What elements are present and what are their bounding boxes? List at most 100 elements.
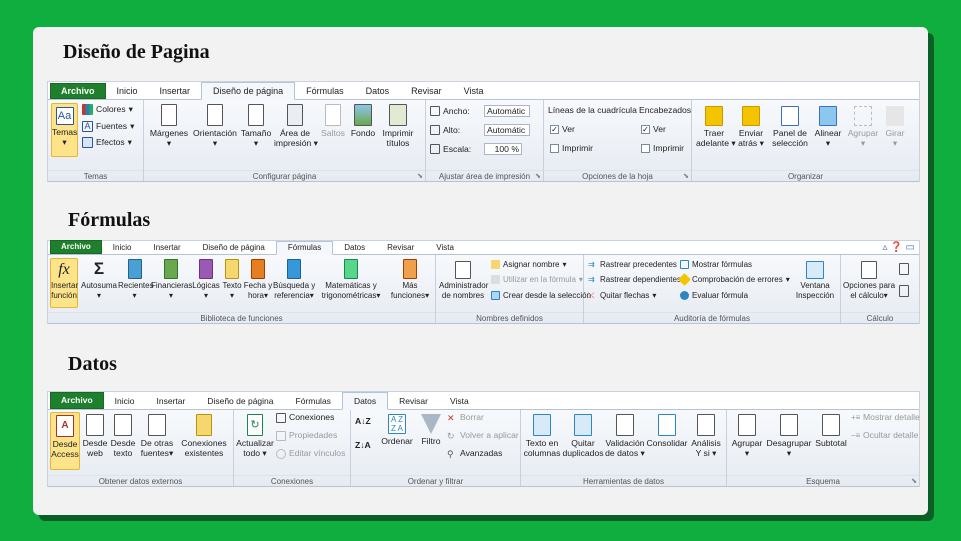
volver-aplicar-button[interactable]: ↻ Volver a aplicar	[447, 430, 519, 441]
borrar-button[interactable]: ✕ Borrar	[447, 412, 484, 423]
consolidar-button[interactable]: Consolidar	[645, 414, 689, 448]
conexiones-button[interactable]: Conexiones	[276, 412, 334, 423]
utilizar-formula-button[interactable]: Utilizar en la fórmula ▾	[491, 274, 583, 285]
girar-button[interactable]: Girar ▾	[882, 106, 908, 148]
tab-inicio[interactable]: Inicio	[104, 393, 146, 409]
launcher-icon[interactable]: ⬊	[683, 172, 689, 180]
rastrear-precedentes-button[interactable]: ⇉ Rastrear precedentes	[588, 259, 677, 270]
lineas-ver-check[interactable]: ✓ Ver	[550, 124, 575, 135]
tab-datos[interactable]: Datos	[355, 83, 401, 99]
tab-vista[interactable]: Vista	[425, 242, 465, 254]
fondo-button[interactable]: Fondo	[350, 104, 376, 138]
calculate-now-icon[interactable]	[899, 263, 909, 275]
tab-diseno[interactable]: Diseño de página	[196, 393, 284, 409]
fuentes-button[interactable]: A Fuentes ▾	[82, 121, 134, 132]
sort-az-button[interactable]: A↓Z	[355, 416, 371, 427]
tab-archivo[interactable]: Archivo	[50, 83, 106, 99]
lineas-imprimir-check[interactable]: Imprimir	[550, 143, 593, 154]
comprobacion-errores-button[interactable]: Comprobación de errores ▾	[678, 273, 790, 286]
alto-select[interactable]: Automátic	[484, 124, 530, 136]
tab-insertar[interactable]: Insertar	[142, 242, 191, 254]
mas-funciones-button[interactable]: Más funciones▾	[388, 259, 432, 301]
asignar-nombre-button[interactable]: Asignar nombre ▾	[491, 259, 567, 270]
autosuma-button[interactable]: Σ Autosuma ▾	[80, 259, 118, 301]
traer-adelante-button[interactable]: Traer adelante ▾	[696, 106, 736, 148]
editar-vinculos-button[interactable]: Editar vínculos	[276, 448, 345, 459]
orientacion-button[interactable]: Orientación ▾	[191, 104, 239, 148]
tab-datos[interactable]: Datos	[341, 392, 389, 410]
tab-formulas[interactable]: Fórmulas	[275, 241, 334, 255]
tab-revisar[interactable]: Revisar	[400, 83, 453, 99]
opciones-calculo-button[interactable]: Opciones para el cálculo▾	[843, 261, 895, 301]
tab-archivo[interactable]: Archivo	[50, 240, 102, 254]
actualizar-todo-button[interactable]: ↻ Actualizar todo ▾	[236, 414, 274, 458]
tab-insertar[interactable]: Insertar	[149, 83, 202, 99]
financieras-button[interactable]: Financieras ▾	[151, 259, 192, 301]
tab-formulas[interactable]: Fórmulas	[295, 83, 355, 99]
insertar-funcion-button[interactable]: fx Insertar función	[50, 258, 78, 308]
crear-seleccion-button[interactable]: Crear desde la selección	[491, 290, 591, 301]
area-impresion-button[interactable]: Área de impresión ▾	[274, 104, 318, 148]
encab-imprimir-check[interactable]: Imprimir	[641, 143, 684, 154]
desde-access-button[interactable]: A Desde Access	[50, 412, 80, 470]
busqueda-button[interactable]: Búsqueda y referencia▾	[273, 259, 315, 301]
evaluar-formula-button[interactable]: Evaluar fórmula	[680, 290, 748, 301]
saltos-button[interactable]: Saltos	[319, 104, 347, 138]
quitar-flechas-button[interactable]: ⤫ Quitar flechas ▾	[588, 290, 656, 301]
avanzadas-button[interactable]: ⚲ Avanzadas	[447, 448, 502, 459]
filtro-button[interactable]: Filtro	[418, 414, 444, 446]
desagrupar-button[interactable]: Desagrupar ▾	[765, 414, 813, 458]
propiedades-button[interactable]: Propiedades	[276, 430, 337, 441]
help-icon[interactable]: ▵ ❓ ▭	[883, 242, 915, 253]
panel-seleccion-button[interactable]: Panel de selección	[770, 106, 810, 148]
texto-button[interactable]: Texto ▾	[221, 259, 243, 301]
ancho-select[interactable]: Automátic	[484, 105, 530, 117]
enviar-atras-button[interactable]: Enviar atrás ▾	[735, 106, 767, 148]
logicas-button[interactable]: Lógicas ▾	[191, 259, 221, 301]
escala-input[interactable]: 100 %	[484, 143, 522, 155]
launcher-icon[interactable]: ⬊	[417, 172, 423, 180]
recientes-button[interactable]: Recientes ▾	[118, 259, 154, 301]
rastrear-dependientes-button[interactable]: ⇉ Rastrear dependientes	[588, 274, 681, 285]
desde-web-button[interactable]: Desde web	[81, 414, 109, 458]
subtotal-button[interactable]: Subtotal	[813, 414, 849, 448]
tab-revisar[interactable]: Revisar	[376, 242, 425, 254]
analisis-y-si-button[interactable]: Análisis Y si ▾	[689, 414, 723, 458]
ventana-inspeccion-button[interactable]: Ventana Inspección	[792, 261, 838, 301]
texto-columnas-button[interactable]: Texto en columnas	[523, 414, 561, 458]
tamano-button[interactable]: Tamaño ▾	[240, 104, 272, 148]
agrupar-button[interactable]: Agrupar ▾	[846, 106, 880, 148]
mostrar-formulas-button[interactable]: Mostrar fórmulas	[680, 259, 752, 270]
tab-vista[interactable]: Vista	[453, 83, 495, 99]
conexiones-existentes-button[interactable]: Conexiones existentes	[179, 414, 229, 458]
launcher-icon[interactable]: ⬊	[911, 477, 917, 485]
efectos-button[interactable]: Efectos ▾	[82, 137, 132, 148]
validacion-datos-button[interactable]: Validación de datos ▾	[605, 414, 645, 458]
fecha-hora-button[interactable]: Fecha y hora▾	[243, 259, 273, 301]
tab-diseno[interactable]: Diseño de página	[192, 242, 276, 254]
tab-revisar[interactable]: Revisar	[388, 393, 439, 409]
calculate-sheet-icon[interactable]	[899, 285, 909, 297]
tab-vista[interactable]: Vista	[439, 393, 480, 409]
temas-button[interactable]: Aa Temas ▾	[51, 103, 78, 157]
agrupar-button[interactable]: Agrupar ▾	[729, 414, 765, 458]
administrador-nombres-button[interactable]: Administrador de nombres	[439, 261, 488, 301]
tab-inicio[interactable]: Inicio	[106, 83, 149, 99]
alinear-button[interactable]: Alinear ▾	[812, 106, 844, 148]
mostrar-detalle-button[interactable]: +≡ Mostrar detalle	[851, 412, 920, 423]
sort-za-button[interactable]: Z↓A	[355, 440, 371, 451]
margenes-button[interactable]: Márgenes ▾	[148, 104, 190, 148]
colores-button[interactable]: Colores ▾	[82, 104, 133, 115]
tab-archivo[interactable]: Archivo	[50, 392, 104, 409]
encab-ver-check[interactable]: ✓ Ver	[641, 124, 666, 135]
ordenar-button[interactable]: A ZZ A Ordenar	[379, 414, 415, 446]
tab-diseno[interactable]: Diseño de página	[201, 82, 296, 100]
ocultar-detalle-button[interactable]: −≡ Ocultar detalle	[851, 430, 918, 441]
imprimir-titulos-button[interactable]: Imprimir títulos	[378, 104, 418, 148]
tab-insertar[interactable]: Insertar	[146, 393, 197, 409]
tab-inicio[interactable]: Inicio	[102, 242, 143, 254]
otras-fuentes-button[interactable]: De otras fuentes▾	[137, 414, 177, 458]
tab-formulas[interactable]: Fórmulas	[285, 393, 342, 409]
quitar-duplicados-button[interactable]: Quitar duplicados	[561, 414, 605, 458]
matematicas-button[interactable]: Matemáticas y trigonométricas▾	[316, 259, 386, 301]
